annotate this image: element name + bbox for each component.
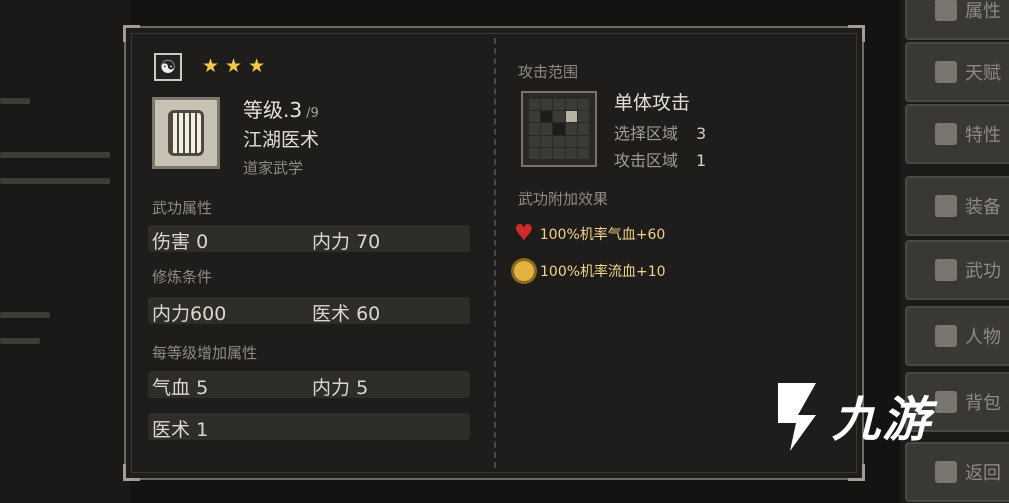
skill-scroll-icon [152, 97, 220, 169]
attack-range-grid-icon [521, 91, 597, 167]
effect-item: 100%机率流血+10 [514, 261, 666, 281]
sidebar-item-character[interactable]: 人物 [905, 306, 1009, 366]
attack-area: 攻击区域 1 [614, 151, 707, 170]
sidebar-item-talent[interactable]: 天赋 [905, 42, 1009, 102]
bg-bar [0, 152, 110, 158]
effects-title: 武功附加效果 [518, 190, 609, 208]
attr-damage: 伤害 0 [152, 231, 209, 253]
per-level-internal: 内力 5 [312, 377, 369, 399]
section-martial-attributes: 武功属性 [152, 199, 213, 217]
section-per-level: 每等级增加属性 [152, 344, 258, 362]
sidebar-item-martial[interactable]: 武功 [905, 240, 1009, 300]
panel-divider [494, 38, 496, 468]
background-left-panel [0, 0, 130, 503]
attack-range-title: 攻击范围 [518, 63, 579, 81]
sidebar-item-trait[interactable]: 特性 [905, 104, 1009, 164]
sidebar-item-equip[interactable]: 装备 [905, 176, 1009, 236]
skill-level: 等级.3/9 [243, 98, 319, 122]
req-medicine: 医术 60 [312, 303, 381, 325]
skill-name: 江湖医术 [243, 129, 320, 151]
blood-splash-icon [514, 261, 534, 281]
bg-bar [0, 98, 30, 104]
star-icon: ★ [202, 55, 220, 77]
bg-bar [0, 312, 50, 318]
bg-bar [0, 338, 40, 344]
sidebar-item-attr[interactable]: 属性 [905, 0, 1009, 40]
skill-school: 道家武学 [243, 159, 304, 177]
attr-internal-power: 内力 70 [312, 231, 381, 253]
section-requirements: 修炼条件 [152, 268, 213, 286]
range-type: 单体攻击 [614, 92, 691, 114]
heart-icon: ♥ [514, 221, 534, 246]
per-level-hp: 气血 5 [152, 377, 209, 399]
select-area: 选择区域 3 [614, 124, 707, 143]
skill-detail-panel: ☯ ★ ★ ★ 等级.3/9 江湖医术 道家武学 武功属性 伤害 0 内力 70… [123, 25, 865, 481]
requirement-row: 内力600 医术 60 [148, 297, 470, 325]
effect-item: ♥ 100%机率气血+60 [514, 221, 666, 246]
yin-yang-icon: ☯ [154, 53, 182, 81]
req-internal-power: 内力600 [152, 303, 227, 325]
per-level-row: 气血 5 内力 5 [148, 371, 470, 399]
watermark-mark-icon [778, 383, 816, 451]
bg-bar [0, 178, 110, 184]
per-level-row: 医术 1 [148, 413, 470, 441]
star-rating: ★ ★ ★ [202, 56, 265, 76]
watermark-logo: 九游 [768, 375, 932, 455]
attr-row: 伤害 0 内力 70 [148, 225, 470, 253]
star-icon: ★ [225, 55, 243, 77]
star-icon: ★ [248, 55, 266, 77]
per-level-medicine: 医术 1 [152, 419, 209, 441]
